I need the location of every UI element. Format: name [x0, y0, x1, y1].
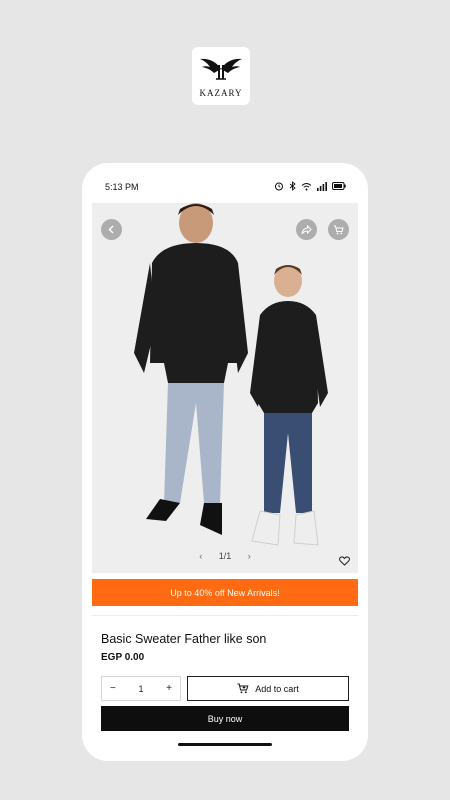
- heart-icon: [339, 556, 350, 566]
- wifi-icon: [301, 182, 312, 191]
- product-title: Basic Sweater Father like son: [101, 632, 267, 646]
- quantity-value[interactable]: 1: [138, 684, 143, 694]
- status-bar: 5:13 PM: [82, 163, 368, 203]
- next-image-arrow[interactable]: ›: [248, 551, 251, 561]
- promo-banner[interactable]: Up to 40% off New Arrivals!: [92, 579, 358, 606]
- share-icon: [301, 224, 312, 234]
- status-icons: [274, 181, 346, 191]
- add-cart-icon: [237, 683, 249, 694]
- alarm-icon: [274, 181, 284, 191]
- back-button[interactable]: [101, 219, 122, 240]
- battery-icon: [332, 182, 346, 190]
- product-photo: [134, 203, 328, 546]
- status-time: 5:13 PM: [105, 182, 139, 192]
- brand-logo: KAZARY: [192, 47, 250, 105]
- increase-quantity-button[interactable]: +: [166, 683, 172, 694]
- brand-name: KAZARY: [199, 88, 243, 98]
- quantity-stepper: − 1 +: [101, 676, 181, 701]
- image-pager: ‹ 1/1 ›: [92, 551, 358, 561]
- buy-now-label: Buy now: [207, 713, 243, 724]
- wings-logo-icon: [200, 58, 242, 80]
- product-image[interactable]: ‹ 1/1 ›: [92, 203, 358, 573]
- product-price: EGP 0.00: [101, 652, 145, 663]
- share-button[interactable]: [296, 219, 317, 240]
- pager-indicator: 1/1: [218, 551, 232, 561]
- wishlist-button[interactable]: [339, 553, 350, 571]
- bluetooth-icon: [289, 181, 296, 191]
- add-to-cart-label: Add to cart: [255, 683, 299, 694]
- signal-icon: [317, 181, 327, 191]
- prev-image-arrow[interactable]: ‹: [199, 551, 202, 561]
- home-indicator: [178, 743, 272, 746]
- decrease-quantity-button[interactable]: −: [110, 683, 116, 694]
- cart-icon: [334, 225, 344, 234]
- add-to-cart-button[interactable]: Add to cart: [187, 676, 349, 701]
- phone-frame: 5:13 PM ‹ 1/1 › Up to 40% off New Arriva…: [82, 163, 368, 761]
- chevron-left-icon: [108, 225, 114, 234]
- buy-now-button[interactable]: Buy now: [101, 706, 349, 731]
- divider: [92, 615, 358, 616]
- promo-text: Up to 40% off New Arrivals!: [170, 587, 280, 598]
- cart-button[interactable]: [328, 219, 349, 240]
